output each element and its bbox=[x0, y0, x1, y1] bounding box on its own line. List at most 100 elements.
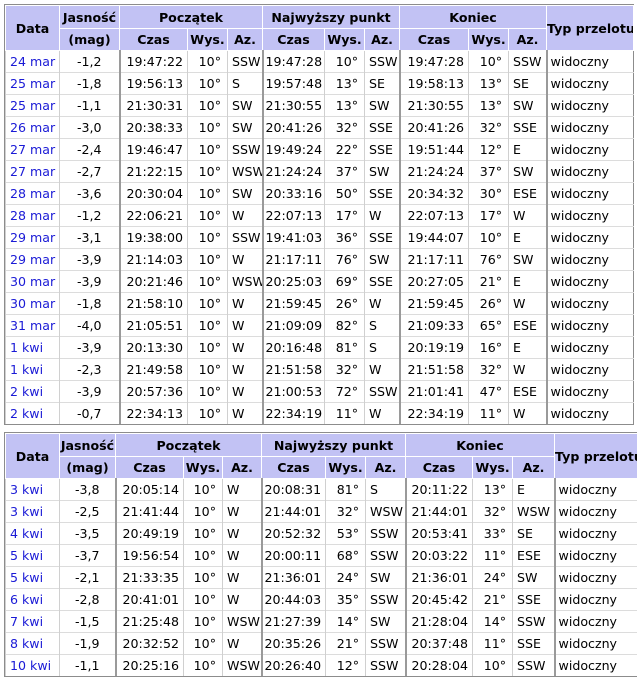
pass-type-cell: widoczny bbox=[553, 610, 637, 633]
max-altitude-cell: 26° bbox=[324, 292, 365, 315]
start-altitude-cell: 10° bbox=[187, 336, 228, 359]
end-azimuth-cell: SSW bbox=[512, 654, 555, 676]
start-azimuth-cell: W bbox=[226, 248, 263, 271]
max-time-cell: 21:27:39 bbox=[260, 610, 326, 633]
end-azimuth-cell: SE bbox=[508, 72, 547, 95]
pass-date-link[interactable]: 25 mar bbox=[10, 98, 55, 113]
max-altitude-cell: 24° bbox=[325, 566, 366, 589]
date-cell: 25 mar bbox=[5, 72, 60, 95]
pass-date-link[interactable]: 8 kwi bbox=[10, 636, 43, 651]
table-row: 8 kwi -1,9 20:32:52 10° W 20:35:26 21° SSW 20:37… bbox=[5, 632, 637, 655]
end-azimuth-cell: ESE bbox=[508, 380, 547, 403]
end-altitude-cell: 21° bbox=[472, 588, 513, 611]
pass-type-cell: widoczny bbox=[545, 292, 634, 315]
header-start-az: Az. bbox=[226, 28, 264, 51]
max-altitude-cell: 36° bbox=[324, 226, 365, 249]
start-altitude-cell: 10° bbox=[183, 588, 223, 611]
end-azimuth-cell: E bbox=[508, 336, 547, 359]
pass-date-link[interactable]: 5 kwi bbox=[10, 548, 43, 563]
start-altitude-cell: 10° bbox=[183, 654, 223, 676]
date-cell: 3 kwi bbox=[5, 500, 60, 523]
start-azimuth-cell: WSW bbox=[221, 610, 262, 633]
start-azimuth-cell: W bbox=[226, 336, 263, 359]
max-altitude-cell: 72° bbox=[324, 380, 365, 403]
passes-table-2: Data Jasność Początek Najwyższy punkt Ko… bbox=[5, 433, 637, 676]
pass-type-cell: widoczny bbox=[553, 566, 637, 589]
start-altitude-cell: 10° bbox=[183, 500, 223, 523]
pass-date-link[interactable]: 1 kwi bbox=[10, 362, 43, 377]
pass-date-link[interactable]: 24 mar bbox=[10, 54, 55, 69]
end-time-cell: 21:28:04 bbox=[404, 610, 473, 633]
date-cell: 5 kwi bbox=[5, 544, 60, 567]
magnitude-cell: -1,2 bbox=[59, 50, 120, 73]
pass-date-link[interactable]: 30 mar bbox=[10, 296, 55, 311]
pass-date-link[interactable]: 2 kwi bbox=[10, 406, 43, 421]
pass-date-link[interactable]: 1 kwi bbox=[10, 340, 43, 355]
pass-date-link[interactable]: 28 mar bbox=[10, 186, 55, 201]
pass-date-link[interactable]: 3 kwi bbox=[10, 504, 43, 519]
pass-date-link[interactable]: 31 mar bbox=[10, 318, 55, 333]
end-azimuth-cell: W bbox=[508, 292, 547, 315]
table-row: 5 kwi -3,7 19:56:54 10° W 20:00:11 68° SSW 20:03… bbox=[5, 544, 637, 567]
header-row: Data Jasność Początek Najwyższy punkt Ko… bbox=[5, 5, 635, 51]
pass-date-link[interactable]: 6 kwi bbox=[10, 592, 43, 607]
pass-date-link[interactable]: 29 mar bbox=[10, 230, 55, 245]
magnitude-cell: -3,9 bbox=[59, 248, 120, 271]
pass-date-link[interactable]: 29 mar bbox=[10, 252, 55, 267]
pass-type-cell: widoczny bbox=[553, 478, 637, 501]
max-time-cell: 20:41:26 bbox=[261, 116, 325, 139]
date-cell: 28 mar bbox=[5, 182, 60, 205]
pass-date-link[interactable]: 28 mar bbox=[10, 208, 55, 223]
end-altitude-cell: 21° bbox=[468, 270, 509, 293]
end-azimuth-cell: WSW bbox=[512, 500, 555, 523]
pass-date-link[interactable]: 2 kwi bbox=[10, 384, 43, 399]
magnitude-cell: -1,1 bbox=[59, 654, 116, 676]
start-azimuth-cell: WSW bbox=[226, 270, 263, 293]
start-altitude-cell: 10° bbox=[187, 248, 228, 271]
magnitude-cell: -2,1 bbox=[59, 566, 116, 589]
header-max-az: Az. bbox=[364, 28, 401, 51]
start-altitude-cell: 10° bbox=[183, 522, 223, 545]
pass-date-link[interactable]: 26 mar bbox=[10, 120, 55, 135]
pass-date-link[interactable]: 7 kwi bbox=[10, 614, 43, 629]
max-time-cell: 21:17:11 bbox=[261, 248, 325, 271]
start-azimuth-cell: SW bbox=[226, 116, 263, 139]
pass-date-link[interactable]: 5 kwi bbox=[10, 570, 43, 585]
pass-date-link[interactable]: 3 kwi bbox=[10, 482, 43, 497]
end-time-cell: 22:34:19 bbox=[398, 402, 469, 424]
header-mag-unit: (mag) bbox=[59, 28, 120, 51]
start-time-cell: 21:14:03 bbox=[118, 248, 188, 271]
pass-date-link[interactable]: 10 kwi bbox=[10, 658, 51, 673]
header-type: Typ przelotu bbox=[554, 433, 637, 479]
pass-type-cell: widoczny bbox=[545, 160, 634, 183]
start-altitude-cell: 10° bbox=[187, 314, 228, 337]
start-azimuth-cell: WSW bbox=[221, 654, 262, 676]
pass-date-link[interactable]: 30 mar bbox=[10, 274, 55, 289]
start-azimuth-cell: W bbox=[221, 566, 262, 589]
table-row: 30 mar -3,9 20:21:46 10° WSW 20:25:03 69° SSE 20… bbox=[5, 270, 634, 293]
pass-type-cell: widoczny bbox=[545, 182, 634, 205]
pass-date-link[interactable]: 27 mar bbox=[10, 164, 55, 179]
magnitude-cell: -2,3 bbox=[59, 358, 120, 381]
start-time-cell: 21:25:48 bbox=[114, 610, 184, 633]
pass-date-link[interactable]: 27 mar bbox=[10, 142, 55, 157]
start-altitude-cell: 10° bbox=[187, 402, 228, 424]
magnitude-cell: -3,5 bbox=[59, 522, 116, 545]
pass-type-cell: widoczny bbox=[553, 500, 637, 523]
table-row: 25 mar -1,1 21:30:31 10° SW 21:30:55 13° SW 21:3… bbox=[5, 94, 634, 117]
max-time-cell: 21:09:09 bbox=[261, 314, 325, 337]
date-cell: 2 kwi bbox=[5, 402, 60, 424]
pass-date-link[interactable]: 4 kwi bbox=[10, 526, 43, 541]
table-row: 10 kwi -1,1 20:25:16 10° WSW 20:26:40 12° SSW 20… bbox=[5, 654, 637, 676]
header-start-time: Czas bbox=[119, 28, 188, 51]
magnitude-cell: -3,7 bbox=[59, 544, 116, 567]
magnitude-cell: -1,8 bbox=[59, 72, 120, 95]
max-time-cell: 20:00:11 bbox=[260, 544, 326, 567]
end-azimuth-cell: ESE bbox=[512, 544, 555, 567]
start-azimuth-cell: W bbox=[221, 632, 262, 655]
magnitude-cell: -2,4 bbox=[59, 138, 120, 161]
magnitude-cell: -3,0 bbox=[59, 116, 120, 139]
max-altitude-cell: 53° bbox=[325, 522, 366, 545]
pass-date-link[interactable]: 25 mar bbox=[10, 76, 55, 91]
end-time-cell: 21:30:55 bbox=[398, 94, 469, 117]
